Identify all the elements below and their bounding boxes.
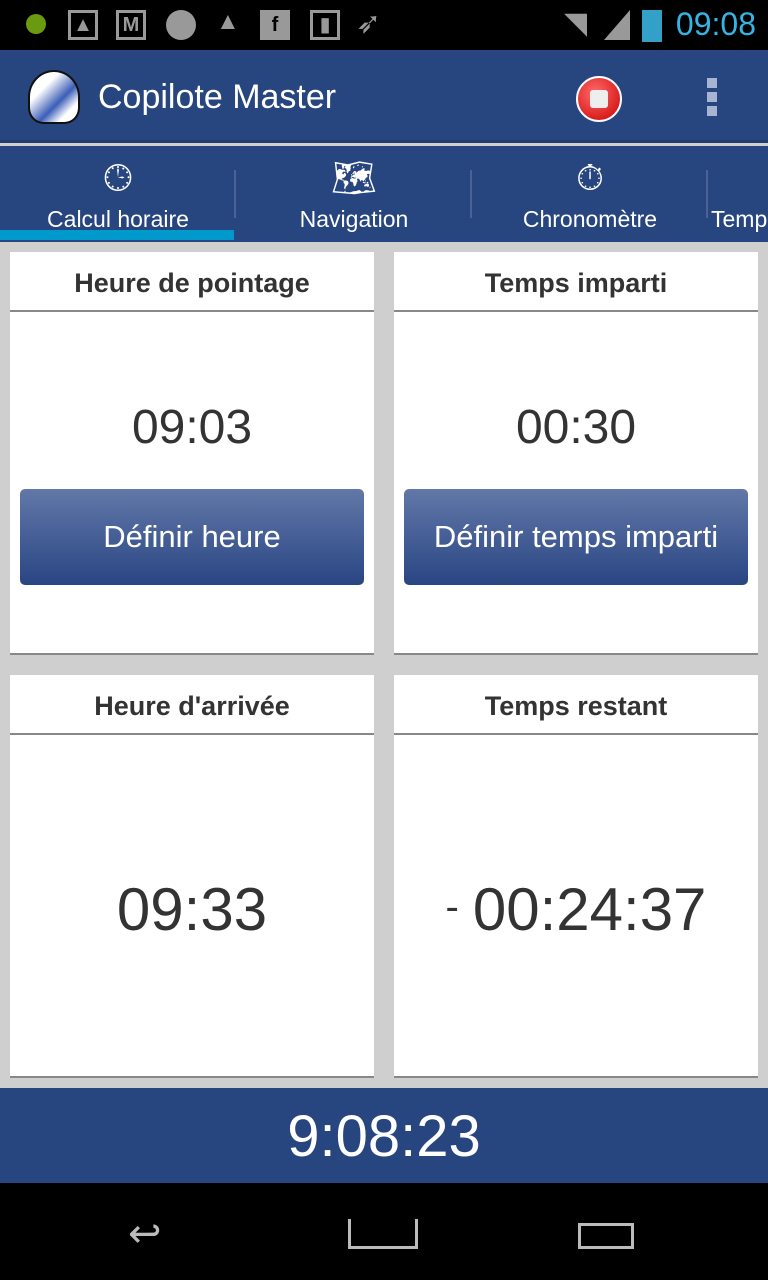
wifi-icon: ◥ [564,7,588,40]
tab-label: Temp [711,206,768,232]
recent-apps-icon[interactable] [578,1223,634,1249]
clock-icon: 🕒︎ [103,157,133,198]
battery-icon [642,10,662,42]
heure-pointage-value: 09:03 [131,401,253,454]
tab-navigation[interactable]: 🗺︎ Navigation [236,146,472,242]
status-clock: 09:08 [675,6,756,42]
heure-arrivee-value: 09:33 [116,876,268,943]
card-temps-restant: Temps restant -00:24:37 [394,675,758,1078]
temps-restant-row: -00:24:37 [394,875,758,944]
tab-temps[interactable]: Temp [708,146,768,242]
tab-indicator [0,230,234,240]
card-temps-imparti: Temps imparti 00:30 Définir temps impart… [394,252,758,655]
app-title: Copilote Master [98,78,337,116]
overflow-menu-icon[interactable] [700,78,724,118]
stopwatch-icon: ⏱︎ [575,157,605,198]
gmail-icon: M [116,10,146,40]
status-bar: ▲ M ▲ f ▮ ➶ ◥ 09:08 [0,0,768,50]
notification-dot-icon [26,14,46,34]
tab-label: Chronomètre [522,206,658,232]
card-title: Temps restant [394,675,758,735]
signal-icon [604,10,630,40]
definir-heure-button[interactable]: Définir heure [20,489,364,585]
home-icon[interactable] [348,1219,418,1249]
temps-imparti-value: 00:30 [515,401,637,454]
chart-icon: ▮ [310,10,340,40]
ball-icon [166,10,196,40]
rocket-icon: ➶ [356,7,382,40]
tab-chronometre[interactable]: ⏱︎ Chronomètre [472,146,708,242]
card-title: Heure de pointage [10,252,374,312]
app-bar: Copilote Master [0,50,768,143]
temps-restant-sign: - [445,885,459,929]
bell-icon: ▲ [216,8,240,35]
tab-label: Calcul horaire [47,206,189,232]
map-icon: 🗺︎ [331,157,377,198]
definir-temps-imparti-button[interactable]: Définir temps imparti [404,489,748,585]
card-heure-pointage: Heure de pointage 09:03 Définir heure [10,252,374,655]
system-nav-bar: ↩ [0,1183,768,1280]
record-stop-icon[interactable] [576,76,622,122]
tab-bar: 🕒︎ Calcul horaire 🗺︎ Navigation ⏱︎ Chron… [0,146,768,242]
back-icon[interactable]: ↩ [128,1211,162,1257]
image-icon: ▲ [68,10,98,40]
temps-restant-value: 00:24:37 [472,876,707,943]
facebook-icon: f [260,10,290,40]
card-title: Temps imparti [394,252,758,312]
helmet-logo-icon[interactable] [28,70,80,124]
card-heure-arrivee: Heure d'arrivée 09:33 [10,675,374,1078]
current-time-footer: 9:08:23 [0,1088,768,1183]
tab-label: Navigation [299,206,409,232]
card-title: Heure d'arrivée [10,675,374,735]
tab-calcul-horaire[interactable]: 🕒︎ Calcul horaire [0,146,236,242]
